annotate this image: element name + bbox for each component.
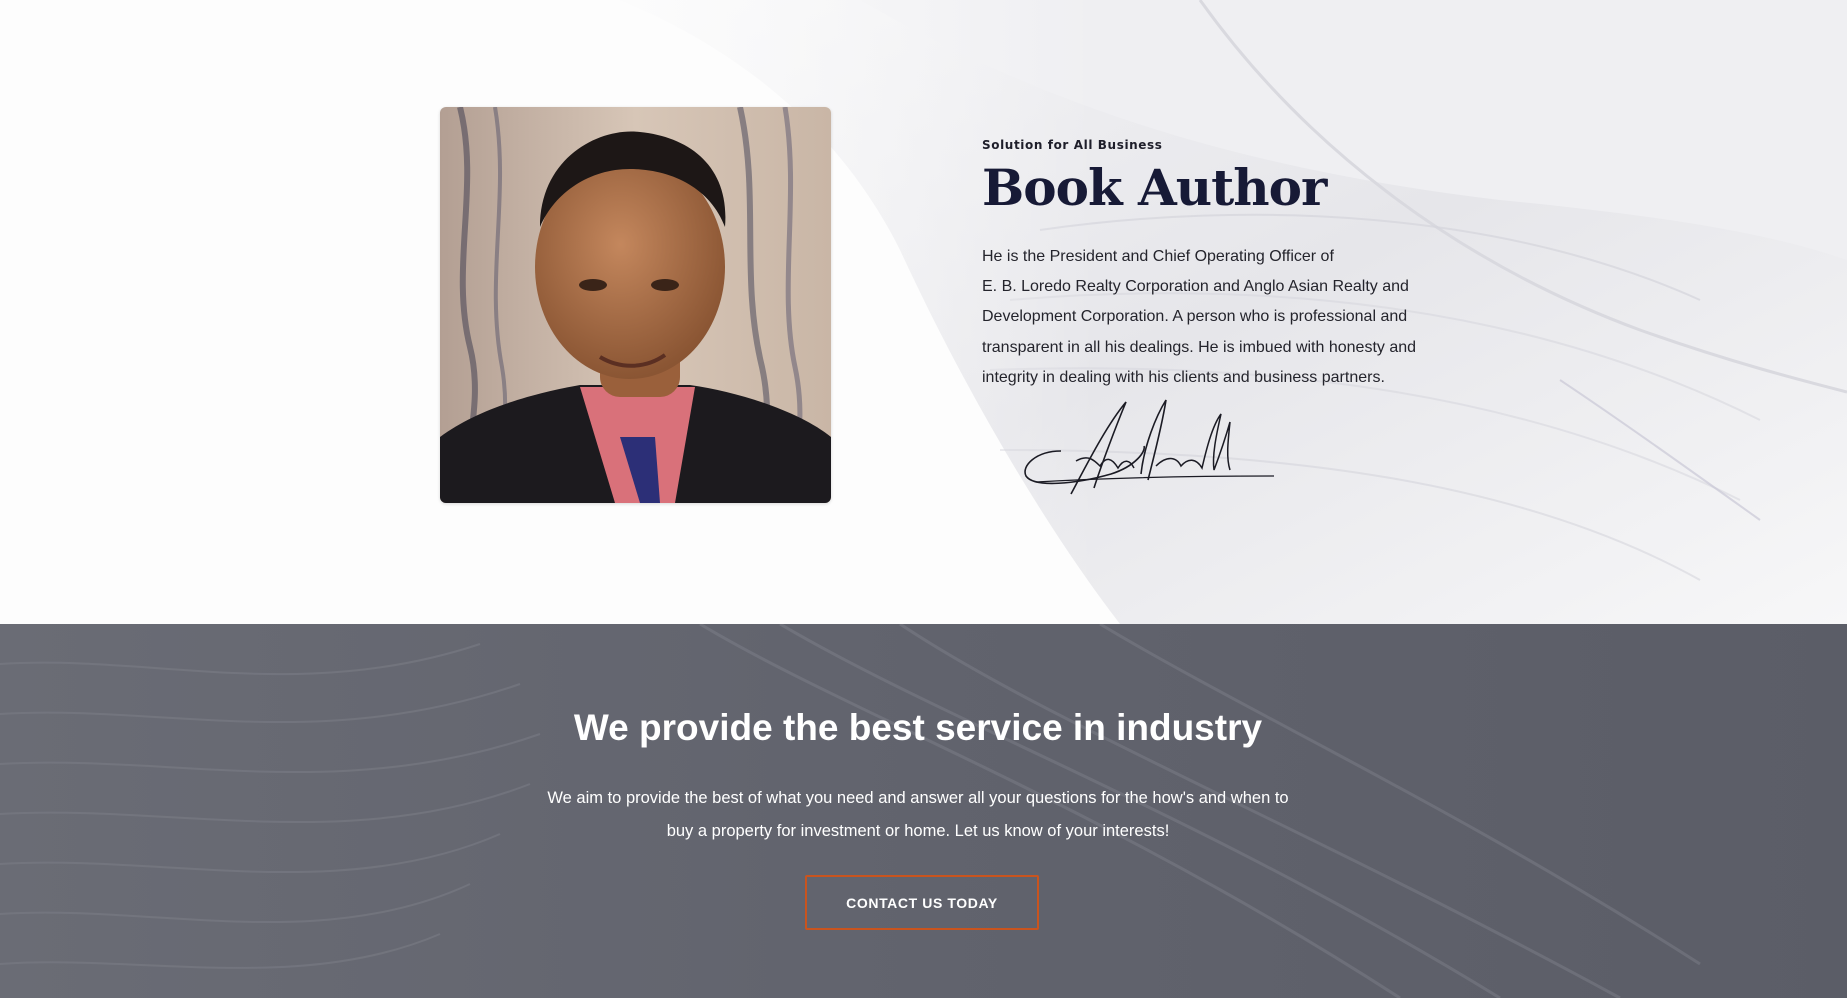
signature-icon (1024, 399, 1275, 495)
cta-text: We aim to provide the best of what you n… (0, 782, 1836, 848)
author-text-block: Solution for All Business Book Author He… (982, 138, 1462, 393)
cta-section: We provide the best service in industry … (0, 624, 1847, 998)
cta-text-line: We aim to provide the best of what you n… (547, 789, 1289, 807)
author-bio-line: Development Corporation. A person who is… (982, 308, 1408, 326)
open-book-background (0, 0, 1847, 624)
page: Solution for All Business Book Author He… (0, 0, 1847, 998)
cta-text-line: buy a property for investment or home. L… (666, 822, 1170, 840)
cta-heading: We provide the best service in industry (573, 707, 1263, 748)
author-section: Solution for All Business Book Author He… (0, 0, 1847, 624)
author-bio-line: transparent in all his dealings. He is i… (982, 338, 1417, 356)
author-portrait (440, 107, 831, 503)
contact-us-button[interactable]: CONTACT US TODAY (805, 875, 1039, 930)
author-bio-line: He is the President and Chief Operating … (982, 248, 1334, 265)
section-eyebrow: Solution for All Business (982, 138, 1163, 152)
author-bio-line: E. B. Loredo Realty Corporation and Angl… (982, 278, 1409, 296)
portrait-photo-icon (440, 107, 831, 503)
author-bio-line: integrity in dealing with his clients an… (982, 368, 1385, 386)
author-title: Book Author (982, 158, 1327, 217)
author-bio: He is the President and Chief Operating … (982, 242, 1462, 393)
